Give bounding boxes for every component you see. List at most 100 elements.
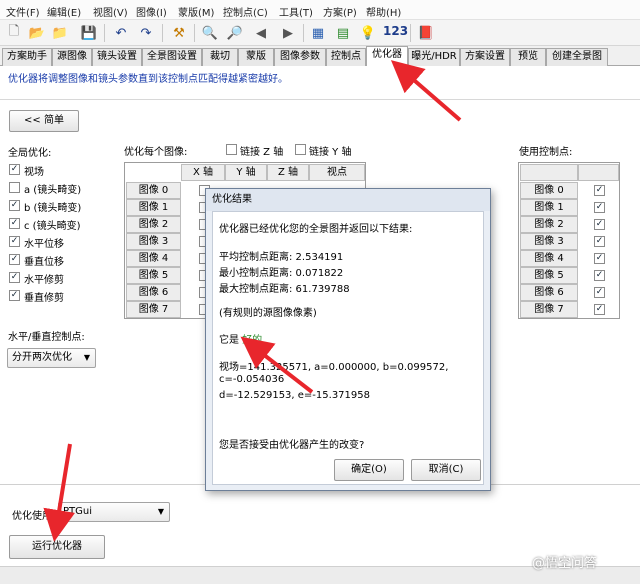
tab-image-parameters[interactable]: 图像参数 xyxy=(274,48,326,66)
table-row-header[interactable]: 图像 3 xyxy=(126,233,181,250)
use-cp-checkbox[interactable] xyxy=(594,219,605,230)
tab-bar: 方案助手 源图像 镜头设置 全景图设置 裁切 蒙版 图像参数 控制点 优化器 曝… xyxy=(0,46,640,67)
new-file-icon[interactable]: 🗋 xyxy=(4,23,24,43)
table-icon[interactable]: ▤ xyxy=(333,23,353,43)
tab-crop[interactable]: 裁切 xyxy=(202,48,238,66)
horizontal-shear-label: 水平修剪 xyxy=(24,275,64,286)
tab-source-images[interactable]: 源图像 xyxy=(52,48,92,66)
numbers-icon[interactable]: 123 xyxy=(383,24,408,38)
use-cp-checkbox[interactable] xyxy=(594,287,605,298)
lens-b-checkbox[interactable] xyxy=(9,200,20,211)
hv-mode-select[interactable]: 分开两次优化 ▼ xyxy=(7,348,96,368)
tab-lens-settings[interactable]: 镜头设置 xyxy=(92,48,142,66)
open-folder-icon[interactable]: 📂 xyxy=(27,23,47,43)
menu-file[interactable]: 文件(F) xyxy=(6,4,40,19)
forward-arrow-icon[interactable]: ▶ xyxy=(278,23,298,43)
use-cp-checkbox[interactable] xyxy=(594,236,605,247)
menu-tools[interactable]: 工具(T) xyxy=(279,4,313,19)
fov-checkbox[interactable] xyxy=(9,164,20,175)
table-row-header[interactable]: 图像 1 xyxy=(126,199,181,216)
lens-c-checkbox[interactable] xyxy=(9,218,20,229)
lens-b-label: b (镜头畸变) xyxy=(24,203,82,214)
link-z-checkbox[interactable] xyxy=(226,144,237,155)
horizontal-shear-checkbox[interactable] xyxy=(9,272,20,283)
hint-text: 优化器将调整图像和镜头参数直到该控制点匹配得越紧密越好。 xyxy=(8,74,288,85)
use-controlpoints-table: 图像 0 图像 1 图像 2 图像 3 图像 4 图像 5 图像 6 图像 7 xyxy=(518,162,620,319)
vertical-shift-checkbox[interactable] xyxy=(9,254,20,265)
vertical-shear-label: 垂直修剪 xyxy=(24,293,64,304)
use-cp-checkbox[interactable] xyxy=(594,185,605,196)
table-row-header[interactable]: 图像 5 xyxy=(520,267,578,284)
verdict-prefix: 它是 xyxy=(219,335,243,346)
menu-mask[interactable]: 蒙版(M) xyxy=(178,4,214,19)
table-row-header[interactable]: 图像 6 xyxy=(126,284,181,301)
avg-distance: 平均控制点距离: 2.534191 xyxy=(219,252,344,263)
menu-help[interactable]: 帮助(H) xyxy=(366,4,401,19)
vertical-shear-checkbox[interactable] xyxy=(9,290,20,301)
per-image-label: 优化每个图像: xyxy=(124,147,188,158)
params-line-3: d=-12.529153, e=-15.371958 xyxy=(219,390,370,401)
tab-project-assistant[interactable]: 方案助手 xyxy=(2,48,52,66)
menu-view[interactable]: 视图(V) xyxy=(93,4,128,19)
cancel-button[interactable]: 取消(C) xyxy=(411,459,481,481)
ok-button[interactable]: 确定(O) xyxy=(334,459,404,481)
table-row-header[interactable]: 图像 3 xyxy=(520,233,578,250)
watermark: @悟空问答 xyxy=(532,556,598,571)
accept-question: 您是否接受由优化器产生的改变? xyxy=(219,440,365,451)
vertical-shift-label: 垂直位移 xyxy=(24,257,64,268)
menu-project[interactable]: 方案(P) xyxy=(323,4,357,19)
table-row-header[interactable]: 图像 1 xyxy=(520,199,578,216)
table-row-header[interactable]: 图像 4 xyxy=(126,250,181,267)
use-cp-checkbox[interactable] xyxy=(594,253,605,264)
tab-create-panorama[interactable]: 创建全景图 xyxy=(546,48,608,66)
tools-icon[interactable]: ⚒ xyxy=(169,23,189,43)
dialog-intro: 优化器已经优化您的全景图并返回以下结果: xyxy=(219,224,413,235)
verdict-value: 好的. xyxy=(242,335,266,346)
lens-a-checkbox[interactable] xyxy=(9,182,20,193)
tab-optimizer[interactable]: 优化器 xyxy=(366,46,408,67)
back-arrow-icon[interactable]: ◀ xyxy=(251,23,271,43)
use-cp-checkbox[interactable] xyxy=(594,270,605,281)
zoom-in-icon[interactable]: 🔍 xyxy=(200,23,220,43)
table-row-header[interactable]: 图像 7 xyxy=(126,301,181,318)
horizontal-shift-checkbox[interactable] xyxy=(9,236,20,247)
column-header-z: Z 轴 xyxy=(267,164,309,181)
tab-exposure-hdr[interactable]: 曝光/HDR xyxy=(408,48,460,66)
use-cp-checkbox[interactable] xyxy=(594,202,605,213)
panorama-editor-icon[interactable]: ▦ xyxy=(308,23,328,43)
tab-panorama-settings[interactable]: 全景图设置 xyxy=(142,48,202,66)
optimizer-result-dialog: 优化结果 优化器已经优化您的全景图并返回以下结果: 平均控制点距离: 2.534… xyxy=(205,188,491,491)
menu-controlpoints[interactable]: 控制点(C) xyxy=(223,4,268,19)
save-icon[interactable]: 💾 xyxy=(79,23,99,43)
pixel-note: (有规则的源图像像素) xyxy=(219,308,317,319)
link-y-checkbox[interactable] xyxy=(295,144,306,155)
column-header-x: X 轴 xyxy=(181,164,225,181)
table-row-header[interactable]: 图像 7 xyxy=(520,301,578,318)
undo-icon[interactable]: ↶ xyxy=(111,23,131,43)
book-icon[interactable]: 📕 xyxy=(416,23,436,43)
menu-edit[interactable]: 编辑(E) xyxy=(47,4,81,19)
simple-mode-button[interactable]: << 简单 xyxy=(9,110,79,132)
toolbar: 🗋 📂 📁 💾 ↶ ↷ ⚒ 🔍 🔎 ◀ ▶ ▦ ▤ 💡 123 📕 xyxy=(0,20,640,46)
use-cp-checkbox[interactable] xyxy=(594,304,605,315)
horizontal-shift-label: 水平位移 xyxy=(24,239,64,250)
optimizer-engine-select[interactable]: PTGui ▼ xyxy=(58,502,170,522)
tab-mask[interactable]: 蒙版 xyxy=(238,48,274,66)
table-row-header[interactable]: 图像 6 xyxy=(520,284,578,301)
run-optimizer-button[interactable]: 运行优化器 xyxy=(9,535,105,559)
dialog-body: 优化器已经优化您的全景图并返回以下结果: 平均控制点距离: 2.534191 最… xyxy=(212,211,484,485)
open-recent-icon[interactable]: 📁 xyxy=(50,23,70,43)
table-row-header[interactable]: 图像 0 xyxy=(126,182,181,199)
table-row-header[interactable]: 图像 2 xyxy=(126,216,181,233)
table-row-header[interactable]: 图像 0 xyxy=(520,182,578,199)
lightbulb-icon[interactable]: 💡 xyxy=(358,23,378,43)
menu-image[interactable]: 图像(I) xyxy=(136,4,167,19)
tab-control-points[interactable]: 控制点 xyxy=(326,48,366,66)
tab-preview[interactable]: 预览 xyxy=(510,48,546,66)
table-row-header[interactable]: 图像 2 xyxy=(520,216,578,233)
table-row-header[interactable]: 图像 4 xyxy=(520,250,578,267)
tab-project-settings[interactable]: 方案设置 xyxy=(460,48,510,66)
redo-icon[interactable]: ↷ xyxy=(136,23,156,43)
zoom-out-icon[interactable]: 🔎 xyxy=(225,23,245,43)
table-row-header[interactable]: 图像 5 xyxy=(126,267,181,284)
